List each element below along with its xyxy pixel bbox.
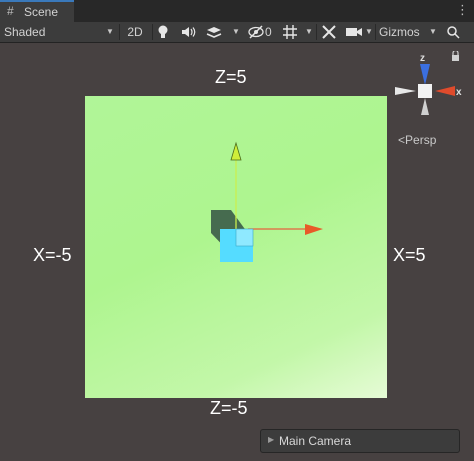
divider	[316, 24, 317, 40]
y-axis-handle-cone[interactable]	[230, 141, 242, 161]
orientation-neg-x-cone[interactable]	[395, 87, 416, 95]
x-axis-handle-cone[interactable]	[305, 224, 323, 235]
search-field[interactable]	[446, 22, 472, 42]
lock-icon[interactable]	[452, 51, 459, 61]
gizmos-label: Gizmos	[379, 25, 420, 39]
eye-slash-icon	[248, 25, 264, 39]
tools-button[interactable]	[321, 22, 339, 42]
lighting-toggle[interactable]	[156, 22, 174, 42]
chevron-down-icon: ▼	[429, 27, 437, 36]
divider	[375, 24, 376, 40]
effects-layers-icon	[206, 27, 222, 38]
mode-2d-button[interactable]: 2D	[121, 22, 149, 42]
orientation-z-cone[interactable]	[420, 64, 430, 85]
projection-toggle[interactable]: <Persp	[398, 133, 436, 147]
grid-snap-dropdown[interactable]: ▼	[282, 22, 318, 42]
orientation-neg-z-cone[interactable]	[421, 98, 429, 115]
mode-2d-label: 2D	[127, 25, 143, 39]
camera-icon	[346, 28, 362, 36]
camera-preview-panel[interactable]: ▶ Main Camera	[260, 429, 460, 453]
divider	[152, 24, 153, 40]
gizmos-dropdown[interactable]: Gizmos ▼	[379, 22, 441, 42]
chevron-left-icon: <	[398, 133, 406, 147]
orientation-x-label: x	[456, 87, 462, 98]
orientation-z-label: z	[420, 53, 425, 64]
camera-settings-dropdown[interactable]: ▼	[345, 22, 375, 42]
kebab-menu-icon[interactable]: ⋮	[456, 2, 469, 18]
main-camera-label: Main Camera	[279, 434, 352, 448]
grid-icon: #	[7, 4, 14, 18]
search-icon	[447, 26, 460, 39]
shading-mode-dropdown[interactable]: Shaded ▼	[4, 22, 114, 42]
tab-bar: # Scene ⋮	[0, 0, 474, 22]
tab-scene-label: Scene	[24, 5, 59, 19]
scene-toolbar: Shaded ▼ 2D ▼ 0 ▼ ▼ Gizmos ▼	[0, 22, 474, 43]
speaker-icon	[182, 27, 196, 37]
orientation-center-cube[interactable]	[418, 84, 432, 98]
persp-label: Persp	[405, 133, 437, 147]
grid-snap-icon	[283, 25, 297, 39]
orientation-gizmo[interactable]: z x	[387, 51, 467, 131]
orientation-x-cone[interactable]	[435, 86, 455, 96]
divider	[119, 24, 120, 40]
chevron-down-icon: ▼	[365, 27, 373, 36]
audio-toggle[interactable]	[180, 22, 200, 42]
scene-visibility-toggle[interactable]: 0	[247, 22, 275, 42]
expand-triangle-icon[interactable]: ▶	[268, 435, 274, 444]
effects-dropdown[interactable]: ▼	[205, 22, 243, 42]
tab-scene[interactable]: # Scene	[0, 0, 74, 22]
tools-icon	[322, 25, 336, 39]
chevron-down-icon: ▼	[305, 27, 313, 36]
scene-view[interactable]: Z=5 Z=-5 X=-5 X=5 z x <Persp ▶ Main Came…	[0, 43, 474, 461]
chevron-down-icon: ▼	[232, 27, 240, 36]
chevron-down-icon: ▼	[106, 27, 114, 36]
hidden-count: 0	[265, 25, 272, 39]
shading-mode-value: Shaded	[4, 25, 46, 39]
lightbulb-icon	[158, 25, 168, 38]
xy-plane-handle[interactable]	[235, 228, 254, 247]
